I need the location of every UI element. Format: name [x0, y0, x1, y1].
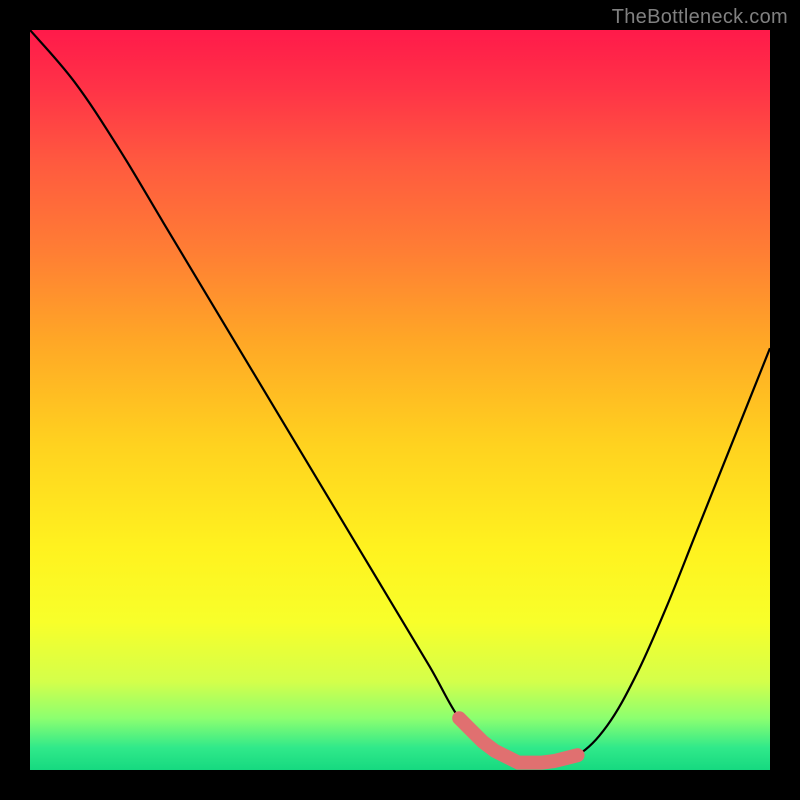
outer-frame: TheBottleneck.com	[0, 0, 800, 800]
watermark-text: TheBottleneck.com	[612, 6, 788, 29]
plot-area	[30, 30, 770, 770]
gradient-background	[30, 30, 770, 770]
